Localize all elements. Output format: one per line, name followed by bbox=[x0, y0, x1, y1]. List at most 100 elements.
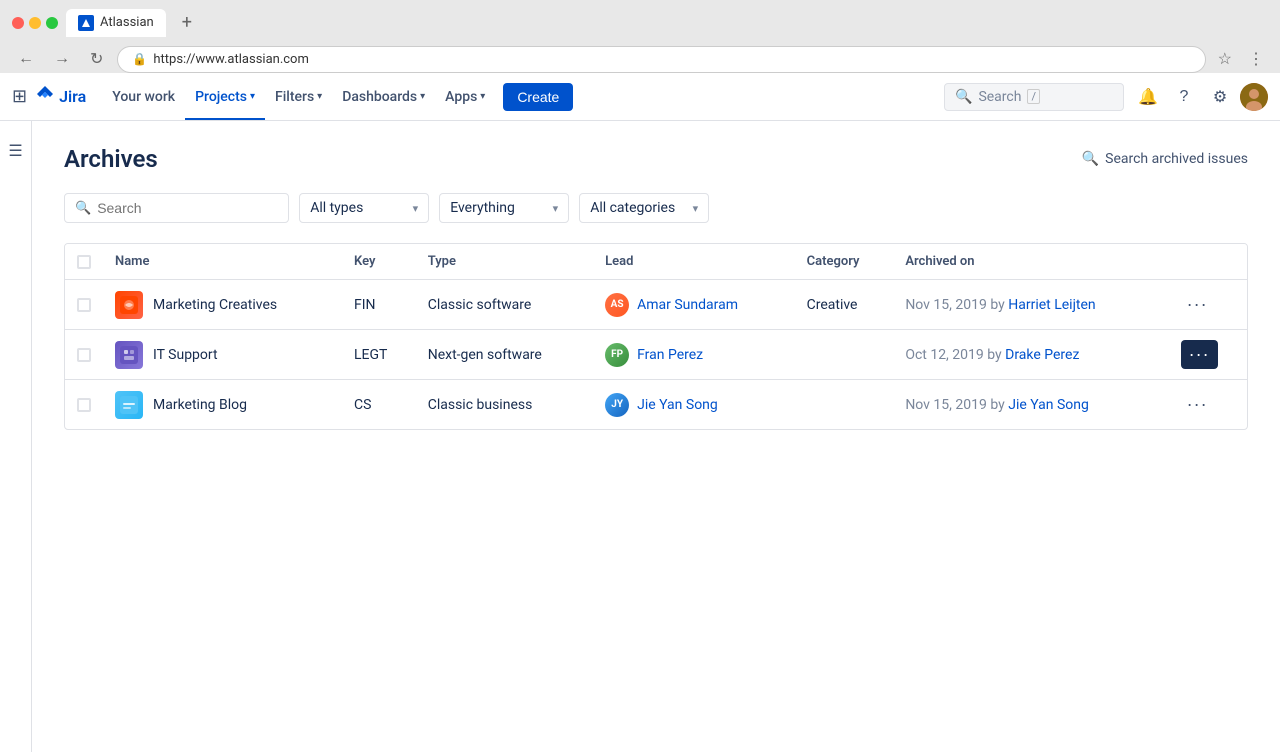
col-archived-on: Archived on bbox=[893, 244, 1168, 280]
actions-button-0[interactable]: ··· bbox=[1181, 290, 1214, 319]
row-name-2: Marketing Blog bbox=[103, 380, 342, 430]
row-lead-0: AS Amar Sundaram bbox=[593, 280, 794, 330]
row-project-name-2: Marketing Blog bbox=[153, 397, 247, 413]
help-button[interactable]: ? bbox=[1168, 81, 1200, 113]
maximize-dot[interactable] bbox=[46, 17, 58, 29]
archived-by-link-0[interactable]: Harriet Leijten bbox=[1008, 297, 1095, 313]
row-archived-1: Oct 12, 2019 by Drake Perez bbox=[893, 330, 1168, 380]
reload-button[interactable]: ↻ bbox=[84, 45, 109, 73]
new-tab-button[interactable]: + bbox=[174, 8, 200, 37]
your-work-link[interactable]: Your work bbox=[102, 73, 185, 120]
ellipsis-icon-1: ··· bbox=[1189, 344, 1210, 364]
sidebar-toggle-button[interactable]: ☰ bbox=[4, 137, 26, 165]
row-checkbox-2[interactable] bbox=[77, 398, 91, 412]
row-key-2: CS bbox=[342, 380, 416, 430]
lead-avatar-2: JY bbox=[605, 393, 629, 417]
row-archived-2: Nov 15, 2019 by Jie Yan Song bbox=[893, 380, 1168, 430]
lead-avatar-1: FP bbox=[605, 343, 629, 367]
select-all-checkbox[interactable] bbox=[77, 255, 91, 269]
page-title-area: Archives bbox=[64, 145, 158, 173]
row-type-1: Next-gen software bbox=[416, 330, 593, 380]
row-actions-2: ··· bbox=[1169, 380, 1247, 430]
archived-by-link-1[interactable]: Drake Perez bbox=[1005, 347, 1079, 363]
search-archived-link[interactable]: 🔍 Search archived issues bbox=[1082, 151, 1248, 167]
tab-title: Atlassian bbox=[100, 15, 154, 30]
search-icon: 🔍 bbox=[955, 89, 972, 105]
col-lead: Lead bbox=[593, 244, 794, 280]
row-project-name-0: Marketing Creatives bbox=[153, 297, 277, 313]
actions-button-1[interactable]: ··· bbox=[1181, 340, 1218, 369]
address-bar[interactable]: 🔒 https://www.atlassian.com bbox=[117, 46, 1205, 73]
settings-button[interactable]: ⚙ bbox=[1204, 81, 1236, 113]
table-container: Name Key Type Lead Category Archived on bbox=[64, 243, 1248, 430]
back-button[interactable]: ← bbox=[12, 46, 40, 72]
dashboards-caret: ▾ bbox=[420, 91, 425, 102]
archived-by-link-2[interactable]: Jie Yan Song bbox=[1008, 397, 1089, 413]
browser-titlebar: Atlassian + bbox=[12, 8, 1268, 37]
actions-button-2[interactable]: ··· bbox=[1181, 390, 1214, 419]
create-button[interactable]: Create bbox=[503, 83, 573, 111]
jira-logo[interactable]: Jira bbox=[35, 84, 86, 109]
jira-logo-icon bbox=[35, 84, 55, 109]
lead-name-2[interactable]: Jie Yan Song bbox=[637, 397, 718, 413]
bookmark-button[interactable]: ☆ bbox=[1214, 45, 1236, 73]
project-icon-0 bbox=[115, 291, 143, 319]
close-dot[interactable] bbox=[12, 17, 24, 29]
type-filter[interactable]: All types ▾ bbox=[299, 193, 429, 223]
row-category-1 bbox=[795, 330, 894, 380]
dashboards-link[interactable]: Dashboards ▾ bbox=[332, 73, 435, 120]
apps-caret: ▾ bbox=[480, 91, 485, 102]
search-filter[interactable]: 🔍 bbox=[64, 193, 289, 223]
archived-date-0: Nov 15, 2019 by bbox=[905, 297, 1008, 313]
nav-search-text: Search bbox=[978, 89, 1021, 105]
row-category-0: Creative bbox=[795, 280, 894, 330]
app-nav: ⊞ Jira Your work Projects ▾ Filters ▾ Da… bbox=[0, 73, 1280, 121]
type-filter-label: All types bbox=[310, 200, 363, 216]
url-text: https://www.atlassian.com bbox=[153, 52, 309, 67]
forward-button[interactable]: → bbox=[48, 46, 76, 72]
search-input[interactable] bbox=[97, 200, 278, 216]
everything-filter[interactable]: Everything ▾ bbox=[439, 193, 569, 223]
avatar[interactable] bbox=[1240, 83, 1268, 111]
filters-caret: ▾ bbox=[317, 91, 322, 102]
row-name-1: IT Support bbox=[103, 330, 342, 380]
row-actions-1: ··· bbox=[1169, 330, 1247, 380]
nav-links: Your work Projects ▾ Filters ▾ Dashboard… bbox=[102, 73, 573, 120]
nav-search[interactable]: 🔍 Search / bbox=[944, 83, 1124, 111]
categories-filter-label: All categories bbox=[590, 200, 675, 216]
lead-name-0[interactable]: Amar Sundaram bbox=[637, 297, 738, 313]
projects-link[interactable]: Projects ▾ bbox=[185, 73, 265, 120]
everything-filter-label: Everything bbox=[450, 200, 515, 216]
grid-icon[interactable]: ⊞ bbox=[12, 86, 27, 107]
lead-avatar-0: AS bbox=[605, 293, 629, 317]
lock-icon: 🔒 bbox=[132, 52, 147, 66]
row-archived-0: Nov 15, 2019 by Harriet Leijten bbox=[893, 280, 1168, 330]
everything-filter-caret: ▾ bbox=[553, 202, 559, 215]
browser-tab[interactable]: Atlassian bbox=[66, 9, 166, 37]
apps-link[interactable]: Apps ▾ bbox=[435, 73, 495, 120]
row-type-0: Classic software bbox=[416, 280, 593, 330]
row-name-0: Marketing Creatives bbox=[103, 280, 342, 330]
select-all-col bbox=[65, 244, 103, 280]
row-checkbox-cell-2 bbox=[65, 380, 103, 430]
col-type: Type bbox=[416, 244, 593, 280]
table-row: Marketing Blog CS Classic business JY Ji… bbox=[65, 380, 1247, 430]
row-checkbox-0[interactable] bbox=[77, 298, 91, 312]
categories-filter[interactable]: All categories ▾ bbox=[579, 193, 709, 223]
minimize-dot[interactable] bbox=[29, 17, 41, 29]
filters-row: 🔍 All types ▾ Everything ▾ All categorie… bbox=[64, 193, 1248, 223]
sidebar-toggle: ☰ bbox=[0, 121, 32, 752]
ellipsis-icon-0: ··· bbox=[1187, 294, 1208, 314]
filters-link[interactable]: Filters ▾ bbox=[265, 73, 332, 120]
row-type-2: Classic business bbox=[416, 380, 593, 430]
notifications-button[interactable]: 🔔 bbox=[1132, 81, 1164, 113]
col-actions bbox=[1169, 244, 1247, 280]
row-category-2 bbox=[795, 380, 894, 430]
row-checkbox-1[interactable] bbox=[77, 348, 91, 362]
browser-dots bbox=[12, 17, 58, 29]
col-key: Key bbox=[342, 244, 416, 280]
menu-button[interactable]: ⋮ bbox=[1244, 45, 1268, 73]
table-body: Marketing Creatives FIN Classic software… bbox=[65, 280, 1247, 430]
tab-favicon bbox=[78, 15, 94, 31]
lead-name-1[interactable]: Fran Perez bbox=[637, 347, 703, 363]
